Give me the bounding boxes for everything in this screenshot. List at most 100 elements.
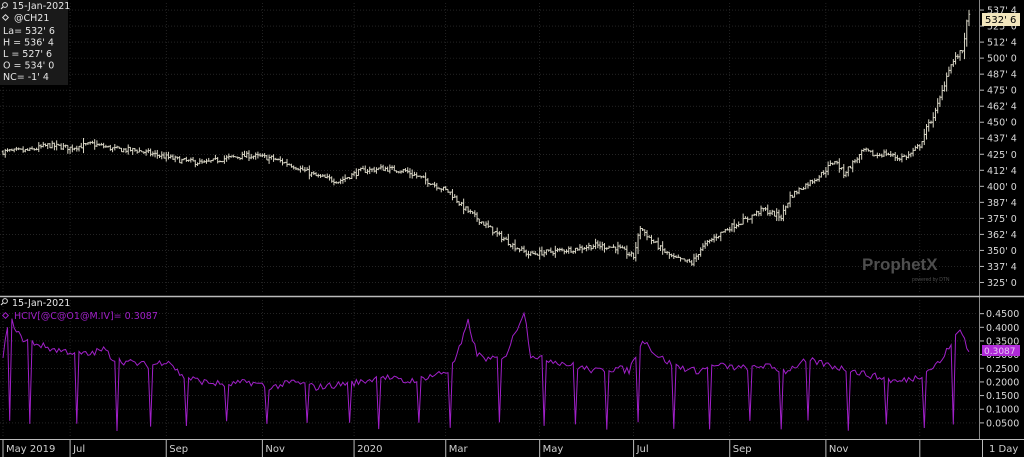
x-tick-label: Jul	[72, 444, 85, 455]
price-bar	[545, 249, 548, 256]
interval-label[interactable]: 1 Day	[989, 444, 1018, 455]
price-bar	[26, 148, 29, 151]
price-bar	[151, 151, 155, 157]
price-bar	[397, 171, 400, 174]
price-bar	[820, 171, 823, 178]
watermark-sub: powered by DTN	[912, 277, 950, 283]
x-tick-label: Nov	[829, 444, 849, 455]
price-bar	[296, 167, 300, 171]
price-bar	[77, 145, 81, 152]
price-bar	[560, 247, 564, 252]
price-bar	[265, 154, 269, 161]
price-bar	[462, 198, 465, 215]
price-bar	[958, 49, 962, 61]
price-bar	[578, 244, 582, 251]
y-tick-label: 437' 4	[987, 134, 1017, 145]
price-bar	[475, 212, 479, 222]
magnifier-icon[interactable]	[0, 298, 8, 306]
price-bar	[489, 225, 492, 228]
y-tick-label: 350' 0	[987, 246, 1017, 257]
price-bar	[75, 145, 78, 152]
price-bar	[57, 143, 61, 146]
price-bar	[967, 9, 971, 26]
y-tick-label: 450' 0	[987, 118, 1017, 129]
price-bar	[50, 140, 54, 149]
price-bar	[712, 234, 716, 243]
price-bar	[346, 177, 349, 180]
price-bar	[737, 221, 740, 228]
price-bar	[435, 182, 439, 191]
price-bar	[350, 173, 354, 180]
price-bar	[471, 210, 474, 215]
price-bar	[793, 190, 796, 198]
last-price-label: 532' 6	[985, 15, 1016, 26]
price-bar	[768, 209, 772, 217]
price-bar	[272, 154, 275, 162]
y-tick-label: 512' 4	[987, 38, 1017, 49]
legend-row: H = 536' 4	[3, 38, 54, 49]
price-bar	[142, 151, 146, 155]
price-bar	[196, 162, 199, 166]
price-bar	[180, 158, 184, 164]
price-bar	[171, 154, 175, 160]
price-bar	[551, 250, 555, 256]
price-bar	[522, 245, 526, 253]
y-tick-label: 337' 4	[987, 262, 1017, 273]
price-bar	[457, 201, 461, 206]
price-bar	[53, 142, 56, 151]
price-bar	[601, 241, 604, 251]
price-bar	[873, 154, 877, 157]
y-tick-label: 0.2000	[986, 377, 1019, 388]
price-bar	[440, 188, 443, 193]
price-bar	[144, 149, 148, 156]
price-bar	[258, 153, 262, 157]
price-bar	[422, 175, 425, 178]
price-bar	[178, 156, 181, 164]
price-bar	[867, 148, 870, 152]
price-bar	[567, 246, 570, 254]
price-bar	[245, 151, 248, 159]
price-bar	[641, 228, 644, 231]
price-bar	[89, 141, 92, 145]
price-bar	[934, 107, 937, 122]
price-bar	[831, 162, 834, 166]
price-bar	[844, 171, 848, 178]
price-bar	[285, 158, 289, 167]
price-bar	[133, 148, 137, 152]
price-bar	[949, 64, 953, 74]
price-bar	[464, 206, 468, 211]
price-bar	[305, 167, 309, 171]
price-bar	[724, 228, 727, 233]
price-bar	[842, 164, 845, 179]
price-bar	[668, 251, 671, 259]
price-bar	[762, 207, 765, 212]
price-bar	[236, 156, 239, 160]
volatility-line	[2, 311, 970, 432]
price-bar	[33, 148, 36, 151]
price-symbol: @CH21	[14, 13, 49, 24]
price-bar	[887, 152, 890, 156]
price-bar	[424, 172, 427, 185]
price-bar	[802, 186, 805, 190]
price-bar	[484, 221, 488, 229]
price-bar	[279, 156, 282, 163]
price-bar	[726, 228, 729, 231]
price-bar	[140, 150, 143, 153]
price-bar	[39, 144, 43, 149]
price-bar	[86, 142, 90, 145]
price-bar	[648, 235, 651, 238]
price-bar	[214, 154, 217, 160]
price-bar	[598, 241, 602, 250]
price-bar	[395, 170, 398, 173]
y-tick-label: 500' 0	[987, 54, 1017, 65]
price-bar	[542, 250, 546, 258]
price-bar	[674, 255, 678, 259]
x-tick-label: Nov	[265, 444, 285, 455]
price-bar	[782, 204, 785, 222]
price-bar	[665, 251, 669, 255]
price-bar	[824, 166, 828, 178]
price-bar	[337, 181, 340, 184]
price-bar	[124, 148, 128, 154]
price-bar	[433, 181, 436, 188]
price-bar	[538, 247, 541, 260]
